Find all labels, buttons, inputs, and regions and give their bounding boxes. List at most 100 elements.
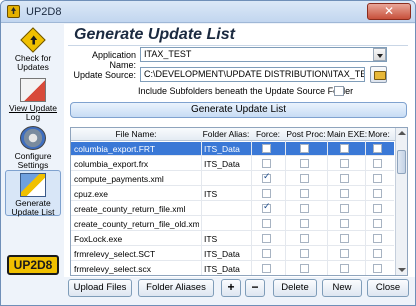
scroll-up-icon[interactable] [398, 131, 406, 135]
main-checkbox[interactable] [340, 249, 349, 258]
chevron-down-icon[interactable] [373, 48, 386, 61]
remove-button[interactable]: − [245, 279, 265, 297]
table-row[interactable]: columbia_export.FRT ITS_Data [71, 142, 394, 156]
column-header-file-name[interactable]: File Name: [71, 129, 201, 139]
post-checkbox[interactable] [300, 144, 309, 153]
main-checkbox[interactable] [340, 174, 349, 183]
app-name-select[interactable]: ITAX_TEST [140, 47, 387, 62]
more-checkbox[interactable] [373, 249, 382, 258]
folder-alias-cell[interactable]: ITS [204, 189, 250, 199]
generate-update-list-button[interactable]: Generate Update List [70, 102, 407, 118]
post-checkbox[interactable] [300, 204, 309, 213]
more-checkbox[interactable] [373, 204, 382, 213]
table-row[interactable]: cpuz.exe ITS [71, 187, 394, 201]
main-checkbox[interactable] [340, 189, 349, 198]
file-table: File Name: Folder Alias: Force: Post Pro… [70, 127, 408, 276]
post-checkbox[interactable] [300, 249, 309, 258]
sidebar-item-configure-settings[interactable]: Configure Settings [5, 124, 61, 170]
file-name-cell: create_county_return_file_old.xml [74, 219, 199, 229]
column-header-folder-alias[interactable]: Folder Alias: [201, 129, 251, 139]
post-checkbox[interactable] [300, 159, 309, 168]
table-header: File Name: Folder Alias: Force: Post Pro… [71, 128, 407, 141]
sidebar-item-label: Settings [17, 160, 49, 170]
column-divider [251, 141, 252, 275]
browse-folder-button[interactable] [370, 66, 387, 83]
update-source-label: Update Source: [73, 70, 136, 80]
sidebar-item-label: Updates [17, 62, 49, 72]
file-name-cell: FoxLock.exe [74, 234, 123, 244]
folder-alias-cell[interactable]: ITS_Data [204, 264, 250, 274]
main-checkbox[interactable] [340, 219, 349, 228]
generate-list-icon [20, 173, 46, 197]
force-checkbox[interactable] [262, 189, 271, 198]
force-checkbox[interactable] [262, 234, 271, 243]
sidebar-item-view-log[interactable]: View Update Log [5, 76, 61, 122]
post-checkbox[interactable] [300, 174, 309, 183]
main-checkbox[interactable] [340, 264, 349, 273]
sidebar-item-generate-update-list[interactable]: Generate Update List [5, 170, 61, 217]
column-header-main-exe[interactable]: Main EXE: [327, 129, 367, 139]
add-button[interactable]: + [221, 279, 241, 297]
folder-alias-cell[interactable]: ITS_Data [204, 144, 250, 154]
more-checkbox[interactable] [373, 219, 382, 228]
update-source-input[interactable]: C:\DEVELOPMENT\UPDATE DISTRIBUTION\ITAX_… [140, 67, 365, 82]
force-checkbox[interactable] [262, 159, 271, 168]
more-checkbox[interactable] [373, 234, 382, 243]
table-row[interactable]: create_county_return_file_old.xml [71, 217, 394, 231]
post-checkbox[interactable] [300, 234, 309, 243]
divider [68, 45, 408, 46]
more-checkbox[interactable] [373, 174, 382, 183]
folder-alias-cell[interactable]: ITS_Data [204, 159, 250, 169]
table-row[interactable]: FoxLock.exe ITS [71, 232, 394, 246]
include-subfolders-checkbox[interactable] [334, 86, 344, 96]
include-subfolders-label: Include Subfolders beneath the Update So… [138, 86, 354, 96]
more-checkbox[interactable] [373, 264, 382, 273]
force-checkbox[interactable] [262, 144, 271, 153]
file-name-cell: columbia_export.FRT [74, 144, 156, 154]
table-row[interactable]: create_county_return_file.xml [71, 202, 394, 216]
more-checkbox[interactable] [373, 189, 382, 198]
force-checkbox[interactable] [262, 264, 271, 273]
column-divider [365, 141, 366, 275]
force-checkbox[interactable] [262, 172, 271, 183]
gear-icon [20, 126, 46, 150]
post-checkbox[interactable] [300, 219, 309, 228]
upload-files-button[interactable]: Upload Files [68, 279, 132, 297]
vertical-scrollbar[interactable] [395, 128, 407, 275]
main-checkbox[interactable] [340, 234, 349, 243]
sidebar-item-check-updates[interactable]: Check for Updates [5, 26, 61, 74]
column-divider [201, 141, 202, 275]
column-header-post-proc[interactable]: Post Proc: [285, 129, 327, 139]
title-bar[interactable]: UP2D8 ✕ [1, 1, 415, 23]
table-row[interactable]: columbia_export.frx ITS_Data [71, 157, 394, 171]
file-name-cell: create_county_return_file.xml [74, 204, 186, 214]
table-row[interactable]: frmrelevy_select.scx ITS_Data [71, 262, 394, 275]
window-close-button[interactable]: ✕ [367, 3, 411, 20]
close-button[interactable]: Close [367, 279, 409, 297]
scroll-down-icon[interactable] [398, 268, 406, 272]
brand-logo: UP2D8 [7, 255, 59, 275]
folder-alias-cell[interactable]: ITS [204, 234, 250, 244]
sidebar-item-label: Log [25, 112, 41, 122]
column-header-force[interactable]: Force: [251, 129, 285, 139]
post-checkbox[interactable] [300, 189, 309, 198]
main-checkbox[interactable] [340, 159, 349, 168]
main-checkbox[interactable] [340, 144, 349, 153]
folder-alias-cell[interactable]: ITS_Data [204, 249, 250, 259]
force-checkbox[interactable] [262, 219, 271, 228]
force-checkbox[interactable] [262, 202, 271, 213]
column-header-more[interactable]: More: [365, 129, 393, 139]
main-checkbox[interactable] [340, 204, 349, 213]
more-checkbox[interactable] [373, 144, 382, 153]
scrollbar-thumb[interactable] [397, 150, 406, 174]
more-checkbox[interactable] [373, 159, 382, 168]
folder-aliases-button[interactable]: Folder Aliases [138, 279, 214, 297]
app-name-label: Application Name: [91, 50, 136, 70]
post-checkbox[interactable] [300, 264, 309, 273]
delete-button[interactable]: Delete [273, 279, 317, 297]
force-checkbox[interactable] [262, 249, 271, 258]
table-row[interactable]: compute_payments.xml [71, 172, 394, 186]
sidebar: Check for Updates View Update Log Config… [3, 24, 63, 277]
table-row[interactable]: frmrelevy_select.SCT ITS_Data [71, 247, 394, 261]
new-button[interactable]: New [322, 279, 362, 297]
